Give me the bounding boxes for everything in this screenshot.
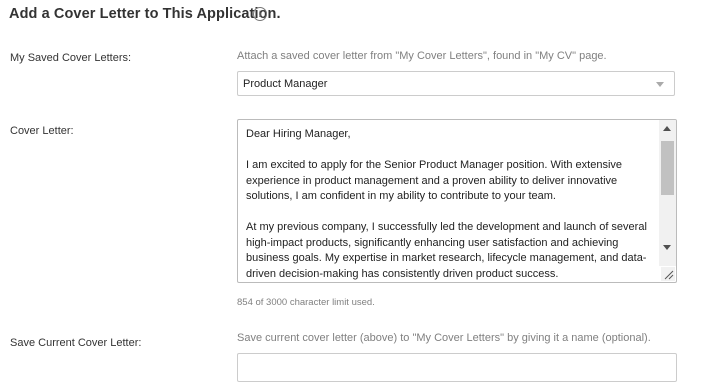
save-current-label: Save Current Cover Letter: <box>10 337 142 349</box>
scrollbar-thumb[interactable] <box>661 141 674 195</box>
save-current-hint: Save current cover letter (above) to "My… <box>237 332 651 344</box>
textarea-scrollbar[interactable] <box>659 120 676 266</box>
resize-handle-icon[interactable] <box>661 267 675 281</box>
scroll-down-arrow-icon[interactable] <box>663 245 671 250</box>
saved-letters-label: My Saved Cover Letters: <box>10 52 132 64</box>
cover-letter-paragraph: I am excited to apply for the Senior Pro… <box>246 159 623 202</box>
scroll-up-arrow-icon[interactable] <box>663 126 671 131</box>
cover-letter-textarea[interactable]: Dear Hiring Manager, I am excited to app… <box>237 119 677 283</box>
saved-letter-selected-value: Product Manager <box>243 78 328 90</box>
cover-letter-text: Dear Hiring Manager, I am excited to app… <box>246 127 651 282</box>
cover-letter-paragraph: At my previous company, I successfully l… <box>246 221 647 280</box>
cover-letter-name-input[interactable] <box>237 353 677 382</box>
cover-letter-paragraph: Dear Hiring Manager, <box>246 128 351 140</box>
section-title: Add a Cover Letter to This Application. <box>9 6 281 22</box>
info-icon[interactable]: i <box>253 7 267 21</box>
chevron-down-icon <box>656 82 664 87</box>
character-count: 854 of 3000 character limit used. <box>237 297 375 308</box>
saved-letters-hint: Attach a saved cover letter from "My Cov… <box>237 50 607 62</box>
cover-letter-label: Cover Letter: <box>10 125 74 137</box>
saved-letter-select[interactable]: Product Manager <box>237 71 675 96</box>
